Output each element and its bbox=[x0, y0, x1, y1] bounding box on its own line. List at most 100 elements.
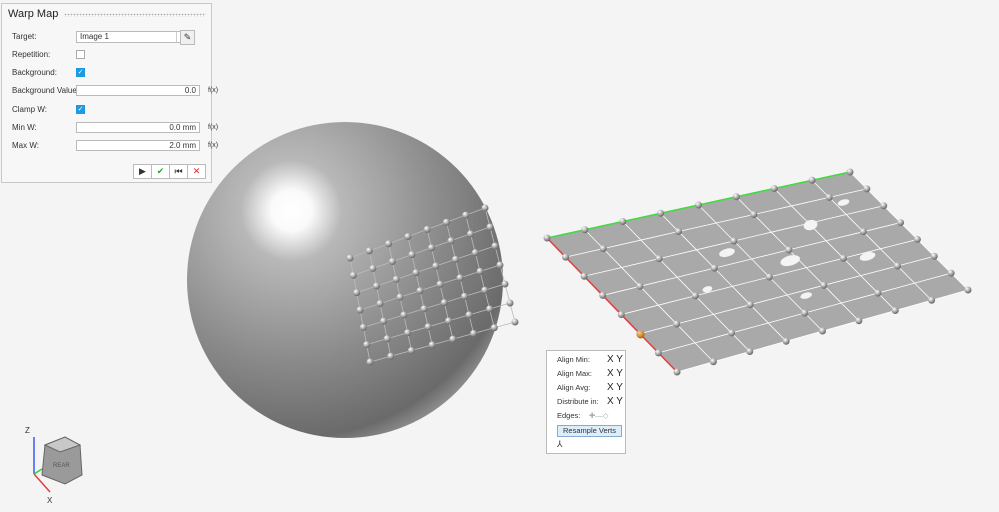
mesh-vertex-handle[interactable] bbox=[456, 274, 464, 282]
mesh-vertex-handle[interactable] bbox=[675, 228, 683, 236]
mesh-vertex-handle[interactable] bbox=[376, 300, 384, 308]
apply-and-reset-button[interactable]: ⏮ bbox=[169, 164, 188, 179]
mesh-vertex-handle[interactable] bbox=[353, 289, 361, 297]
mesh-vertex-handle[interactable] bbox=[451, 255, 459, 263]
mesh-vertex-handle[interactable] bbox=[964, 286, 972, 294]
mesh-vertex-handle[interactable] bbox=[461, 292, 469, 300]
sphere-object[interactable] bbox=[187, 122, 503, 438]
mesh-vertex-handle[interactable] bbox=[380, 317, 388, 325]
selected-vertex-handle[interactable] bbox=[636, 330, 645, 339]
mesh-vertex-handle[interactable] bbox=[511, 318, 519, 326]
mesh-vertex-handle[interactable] bbox=[424, 323, 432, 331]
mesh-vertex-handle[interactable] bbox=[863, 185, 871, 193]
mesh-vertex-handle[interactable] bbox=[657, 209, 665, 217]
mesh-vertex-handle[interactable] bbox=[496, 261, 504, 269]
resample-verts-button[interactable]: Resample Verts bbox=[557, 425, 622, 437]
mesh-vertex-handle[interactable] bbox=[465, 311, 473, 319]
panel-drag-handle[interactable] bbox=[64, 13, 206, 17]
view-cube[interactable]: REAR Z X bbox=[25, 426, 83, 505]
mesh-vertex-handle[interactable] bbox=[846, 168, 854, 176]
mesh-vertex-handle[interactable] bbox=[356, 306, 364, 314]
mesh-vertex-handle[interactable] bbox=[636, 282, 644, 290]
mesh-vertex-handle[interactable] bbox=[819, 327, 826, 335]
mesh-vertex-handle[interactable] bbox=[449, 335, 457, 343]
mesh-vertex-handle[interactable] bbox=[897, 219, 905, 227]
mesh-vertex-handle[interactable] bbox=[400, 311, 408, 319]
mesh-vertex-handle[interactable] bbox=[619, 218, 627, 225]
mesh-vertex-handle[interactable] bbox=[746, 348, 754, 355]
mesh-vertex-handle[interactable] bbox=[695, 201, 702, 209]
mesh-vertex-handle[interactable] bbox=[428, 341, 436, 349]
mesh-vertex-handle[interactable] bbox=[407, 347, 415, 355]
mesh-vertex-handle[interactable] bbox=[491, 242, 499, 250]
mesh-vertex-handle[interactable] bbox=[486, 223, 494, 231]
mesh-vertex-handle[interactable] bbox=[691, 292, 699, 300]
mesh-vertex-handle[interactable] bbox=[349, 271, 357, 279]
mesh-vertex-handle[interactable] bbox=[366, 358, 374, 366]
mesh-vertex-handle[interactable] bbox=[709, 358, 717, 366]
mesh-vertex-handle[interactable] bbox=[746, 301, 754, 309]
mesh-vertex-handle[interactable] bbox=[617, 311, 625, 319]
mesh-vertex-handle[interactable] bbox=[420, 305, 428, 313]
gizmo-icon[interactable]: ⅄ bbox=[557, 439, 563, 450]
mesh-vertex-handle[interactable] bbox=[673, 368, 681, 376]
mesh-vertex-handle[interactable] bbox=[750, 210, 758, 218]
mesh-vertex-handle[interactable] bbox=[470, 329, 478, 337]
mesh-vertex-handle[interactable] bbox=[880, 202, 888, 210]
mesh-vertex-handle[interactable] bbox=[770, 185, 778, 192]
mesh-vertex-handle[interactable] bbox=[436, 280, 444, 288]
mesh-vertex-handle[interactable] bbox=[913, 235, 921, 243]
align-avg-x-button[interactable]: X bbox=[607, 382, 614, 393]
background-value-fx-button[interactable]: f(x) bbox=[208, 85, 218, 97]
mesh-vertex-handle[interactable] bbox=[820, 281, 828, 289]
mesh-vertex-handle[interactable] bbox=[404, 329, 412, 337]
mesh-vertex-handle[interactable] bbox=[506, 299, 514, 307]
mesh-vertex-handle[interactable] bbox=[481, 204, 489, 212]
mesh-vertex-handle[interactable] bbox=[388, 258, 396, 266]
mesh-vertex-handle[interactable] bbox=[654, 349, 662, 357]
mesh-vertex-handle[interactable] bbox=[730, 237, 738, 245]
mesh-vertex-handle[interactable] bbox=[801, 309, 809, 317]
target-dropdown[interactable]: Image 1▼ bbox=[76, 31, 188, 43]
flat-warp-plane[interactable] bbox=[543, 168, 972, 376]
mesh-vertex-handle[interactable] bbox=[392, 275, 400, 283]
align-max-y-button[interactable]: Y bbox=[616, 368, 623, 379]
mesh-vertex-handle[interactable] bbox=[599, 245, 607, 253]
mesh-vertex-handle[interactable] bbox=[543, 234, 551, 242]
mesh-vertex-handle[interactable] bbox=[490, 324, 498, 332]
max-w-input[interactable]: 2.0 mm bbox=[76, 140, 200, 151]
mesh-vertex-handle[interactable] bbox=[462, 211, 470, 219]
mesh-vertex-handle[interactable] bbox=[447, 237, 455, 245]
mesh-vertex-handle[interactable] bbox=[673, 320, 681, 328]
mesh-vertex-handle[interactable] bbox=[859, 228, 867, 236]
distribute-x-button[interactable]: X bbox=[607, 396, 614, 407]
mesh-vertex-handle[interactable] bbox=[427, 244, 435, 252]
mesh-vertex-handle[interactable] bbox=[655, 255, 663, 263]
mesh-vertex-handle[interactable] bbox=[412, 269, 420, 277]
mesh-vertex-handle[interactable] bbox=[765, 273, 773, 281]
mesh-vertex-handle[interactable] bbox=[387, 352, 395, 360]
mesh-vertex-handle[interactable] bbox=[369, 264, 377, 272]
edit-target-button[interactable]: ✎ bbox=[180, 30, 195, 45]
mesh-vertex-handle[interactable] bbox=[874, 289, 882, 297]
mesh-vertex-handle[interactable] bbox=[785, 246, 793, 254]
mesh-vertex-handle[interactable] bbox=[855, 317, 863, 325]
mesh-vertex-handle[interactable] bbox=[581, 226, 589, 234]
mesh-vertex-handle[interactable] bbox=[363, 341, 371, 349]
background-checkbox[interactable]: ✓ bbox=[76, 68, 85, 77]
mesh-vertex-handle[interactable] bbox=[825, 193, 833, 201]
edges-slider[interactable]: ✚—◇ bbox=[589, 410, 609, 422]
apply-button[interactable]: ✔ bbox=[151, 164, 170, 179]
mesh-vertex-handle[interactable] bbox=[440, 299, 448, 307]
mesh-vertex-handle[interactable] bbox=[891, 307, 899, 314]
align-min-x-button[interactable]: X bbox=[607, 354, 614, 365]
min-w-fx-button[interactable]: f(x) bbox=[208, 122, 218, 134]
mesh-vertex-handle[interactable] bbox=[476, 267, 484, 275]
mesh-vertex-handle[interactable] bbox=[839, 254, 847, 262]
mesh-vertex-handle[interactable] bbox=[408, 251, 416, 259]
mesh-vertex-handle[interactable] bbox=[442, 218, 450, 226]
mesh-vertex-handle[interactable] bbox=[930, 252, 938, 260]
mesh-vertex-handle[interactable] bbox=[372, 282, 380, 290]
mesh-vertex-handle[interactable] bbox=[383, 335, 391, 343]
mesh-vertex-handle[interactable] bbox=[481, 286, 489, 294]
